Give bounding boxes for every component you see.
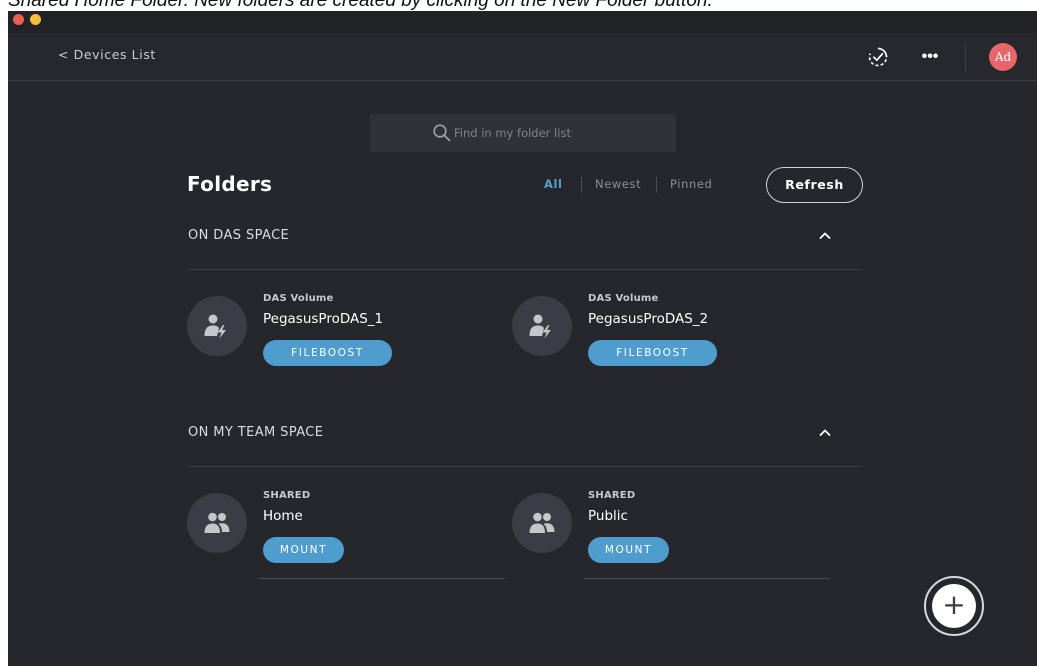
fileboost-button[interactable]: FILEBOOST [263,340,392,366]
chevron-up-icon[interactable] [816,227,834,245]
folder-name: PegasusProDAS_2 [588,311,709,327]
folder-name: Home [263,508,303,524]
folder-card-public[interactable]: SHARED Public MOUNT [512,490,830,593]
filter-pinned[interactable]: Pinned [670,177,712,191]
plus-icon: + [932,584,976,628]
folder-card-pegasusprodas-2[interactable]: DAS Volume PegasusProDAS_2 FILEBOOST [512,293,772,396]
folder-type-label: SHARED [263,490,311,501]
sync-status-icon[interactable] [867,46,889,68]
more-options-icon[interactable]: ••• [919,46,941,68]
folder-card-pegasusprodas-1[interactable]: DAS Volume PegasusProDAS_1 FILEBOOST [187,293,447,396]
section-title-team-space: ON MY TEAM SPACE [188,425,324,440]
close-window-button[interactable] [13,14,24,25]
filter-all[interactable]: All [544,177,563,191]
page-title: Folders [187,172,273,196]
card-divider [584,578,830,579]
mount-button[interactable]: MOUNT [263,537,344,563]
card-divider [259,578,505,579]
devices-list-back-link[interactable]: < Devices List [58,47,156,62]
folder-search[interactable] [370,114,676,152]
section-title-das-space: ON DAS SPACE [188,228,290,243]
user-bolt-icon [204,314,226,339]
folder-name: Public [588,508,628,524]
filter-newest[interactable]: Newest [595,177,641,191]
search-icon [433,124,451,142]
folder-avatar [512,493,572,553]
new-folder-button[interactable]: + [924,576,984,636]
search-input[interactable] [454,123,654,143]
app-window: < Devices List ••• Ad Folders All Newest… [8,11,1037,666]
folder-name: PegasusProDAS_1 [263,311,384,327]
folder-avatar [187,296,247,356]
refresh-button[interactable]: Refresh [766,167,863,203]
nav-divider [965,43,966,71]
users-icon [529,512,555,533]
folder-type-label: DAS Volume [263,293,334,304]
fileboost-button[interactable]: FILEBOOST [588,340,717,366]
user-avatar[interactable]: Ad [989,43,1017,71]
users-icon [204,512,230,533]
folder-type-label: SHARED [588,490,636,501]
folder-card-home[interactable]: SHARED Home MOUNT [187,490,505,593]
filter-divider [656,177,657,193]
minimize-window-button[interactable] [30,14,41,25]
title-bar [8,11,1037,33]
chevron-up-icon[interactable] [816,424,834,442]
folder-avatar [187,493,247,553]
top-navigation: < Devices List ••• Ad [8,33,1037,81]
filter-divider [581,177,582,193]
section-divider [188,466,862,467]
section-divider [188,269,862,270]
folder-type-label: DAS Volume [588,293,659,304]
user-bolt-icon [529,314,551,339]
folder-avatar [512,296,572,356]
mount-button[interactable]: MOUNT [588,537,669,563]
